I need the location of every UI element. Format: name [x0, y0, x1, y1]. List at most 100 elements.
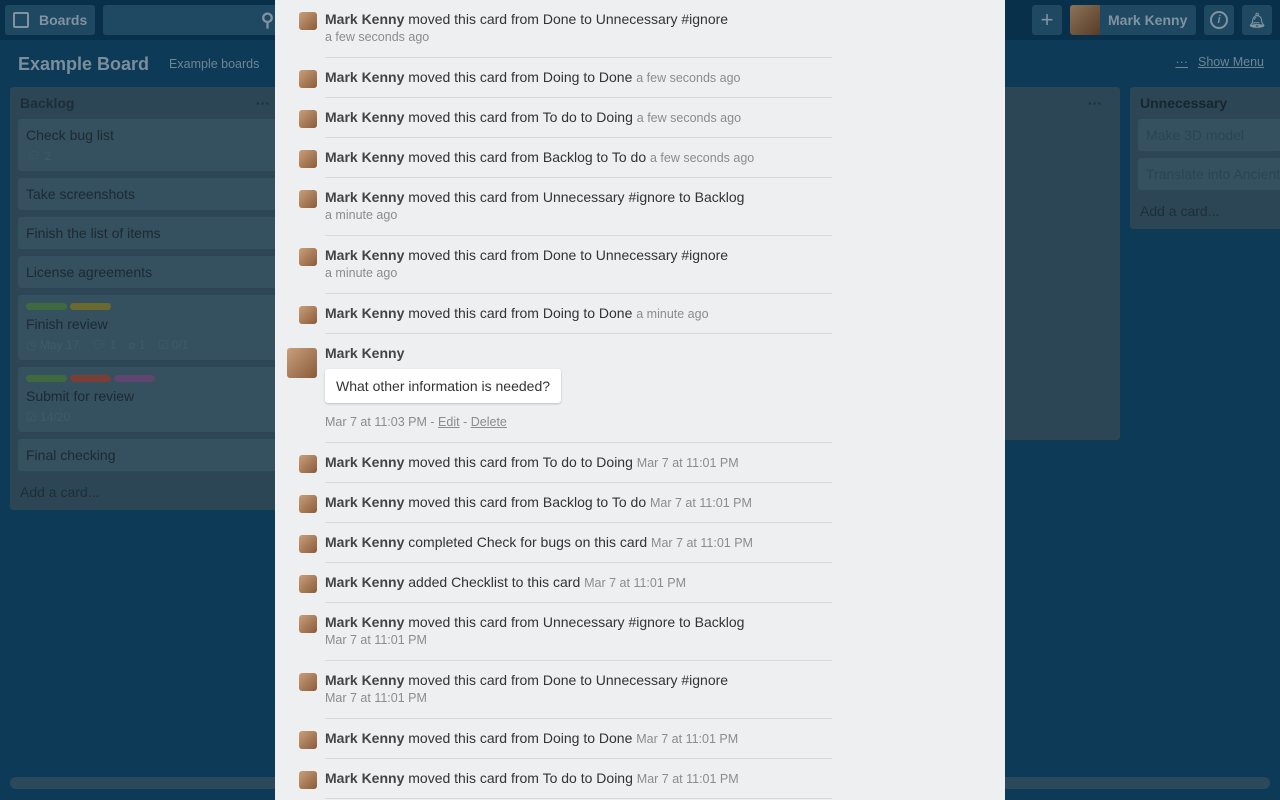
search-input[interactable]: ⚲ — [103, 5, 278, 35]
edit-comment-link[interactable]: Edit — [438, 415, 460, 429]
activity-item: Mark Kenny moved this card from Doing to… — [275, 294, 835, 334]
activity-user[interactable]: Mark Kenny — [325, 69, 404, 85]
list-menu-icon[interactable]: ··· — [256, 95, 270, 111]
list-title[interactable]: Unnecessary — [1140, 95, 1227, 111]
user-menu-button[interactable]: Mark Kenny — [1070, 5, 1196, 35]
activity-user[interactable]: Mark Kenny — [325, 149, 404, 165]
card[interactable]: Take screenshots — [18, 178, 282, 210]
list-done: ··· — [990, 87, 1120, 440]
activity-user[interactable]: Mark Kenny — [325, 614, 404, 630]
activity-item: Mark Kenny moved this card from To do to… — [275, 759, 835, 799]
avatar — [299, 248, 317, 266]
activity-time[interactable]: Mar 7 at 11:01 PM — [650, 496, 752, 510]
activity-item: Mark Kenny moved this card from Doing to… — [275, 58, 835, 98]
activity-item: Mark Kenny moved this card from Done to … — [275, 236, 835, 294]
card-detail-modal: Mark Kenny moved this card from Done to … — [275, 0, 1005, 800]
activity-time[interactable]: a few seconds ago — [637, 111, 741, 125]
activity-user[interactable]: Mark Kenny — [325, 770, 404, 786]
board-title[interactable]: Example Board — [18, 54, 149, 75]
avatar — [299, 575, 317, 593]
activity-item: Mark Kenny moved this card from To do to… — [275, 443, 835, 483]
activity-text: moved this card from To do to Doing — [408, 109, 633, 125]
activity-time[interactable]: a few seconds ago — [636, 71, 740, 85]
card[interactable]: Submit for review ☑ 14/20 — [18, 367, 282, 432]
comment-text: What other information is needed? — [325, 369, 562, 403]
card[interactable]: Finish review ◷ May 17 💬︎ 1 ⌀ 1 ☑ 0/1 — [18, 295, 282, 360]
activity-time[interactable]: Mar 7 at 11:01 PM — [325, 689, 835, 707]
delete-comment-link[interactable]: Delete — [471, 415, 507, 429]
boards-button[interactable]: Boards — [5, 5, 95, 35]
activity-user[interactable]: Mark Kenny — [325, 247, 404, 263]
add-card-link[interactable]: Add a card... — [1138, 197, 1280, 229]
comment-icon: 💬︎ 1 — [91, 338, 117, 352]
activity-item: Mark Kenny moved this card from Doing to… — [275, 719, 835, 759]
activity-user[interactable]: Mark Kenny — [325, 109, 404, 125]
notifications-button[interactable]: 🔔︎ — [1242, 5, 1272, 35]
card[interactable]: Finish the list of items — [18, 217, 282, 249]
activity-item: Mark Kenny moved this card from Backlog … — [275, 138, 835, 178]
activity-user[interactable]: Mark Kenny — [325, 494, 404, 510]
activity-time[interactable]: Mar 7 at 11:01 PM — [584, 576, 686, 590]
list-unnecessary: Unnecessary Make 3D model Translate into… — [1130, 87, 1280, 229]
activity-time[interactable]: Mar 7 at 11:01 PM — [637, 772, 739, 786]
avatar — [299, 771, 317, 789]
activity-time[interactable]: a minute ago — [325, 206, 835, 224]
activity-user[interactable]: Mark Kenny — [325, 305, 404, 321]
card[interactable]: Translate into Ancient — [1138, 158, 1280, 190]
info-icon: i — [1210, 11, 1228, 29]
info-button[interactable]: i — [1204, 5, 1234, 35]
activity-user[interactable]: Mark Kenny — [325, 672, 404, 688]
avatar — [299, 673, 317, 691]
activity-text: moved this card from Unnecessary #ignore… — [408, 614, 745, 630]
activity-text: added Checklist to this card — [408, 574, 581, 590]
comment-time: Mar 7 at 11:03 PM — [325, 415, 427, 429]
activity-text: moved this card from Done to Unnecessary… — [408, 11, 729, 27]
activity-item: Mark Kenny moved this card from Unnecess… — [275, 178, 835, 236]
activity-time[interactable]: Mar 7 at 11:01 PM — [637, 456, 739, 470]
activity-user[interactable]: Mark Kenny — [325, 189, 404, 205]
card[interactable]: License agreements — [18, 256, 282, 288]
activity-user[interactable]: Mark Kenny — [325, 454, 404, 470]
activity-time[interactable]: Mar 7 at 11:01 PM — [325, 631, 835, 649]
list-menu-icon[interactable]: ··· — [1088, 95, 1102, 111]
activity-time[interactable]: a few seconds ago — [650, 151, 754, 165]
activity-time[interactable]: Mar 7 at 11:01 PM — [651, 536, 753, 550]
activity-text: moved this card from Unnecessary #ignore… — [408, 189, 745, 205]
comment-author[interactable]: Mark Kenny — [325, 345, 404, 361]
avatar — [1070, 5, 1100, 35]
activity-text: moved this card from Doing to Done — [408, 305, 633, 321]
activity-text: completed Check for bugs on this card — [408, 534, 648, 550]
list-title[interactable]: Backlog — [20, 95, 74, 111]
activity-text: moved this card from Doing to Done — [408, 730, 633, 746]
add-button[interactable]: + — [1032, 5, 1062, 35]
comment-icon: 💬︎ 2 — [26, 149, 52, 163]
card[interactable]: Make 3D model — [1138, 119, 1280, 151]
activity-time[interactable]: Mar 7 at 11:01 PM — [636, 732, 738, 746]
show-menu-link[interactable]: ··· Show Menu — [1175, 55, 1264, 69]
activity-user[interactable]: Mark Kenny — [325, 574, 404, 590]
divider — [325, 798, 832, 799]
activity-user[interactable]: Mark Kenny — [325, 11, 404, 27]
avatar — [299, 190, 317, 208]
comment: Mark Kenny What other information is nee… — [275, 334, 835, 443]
activity-time[interactable]: a few seconds ago — [325, 28, 835, 46]
activity-item: Mark Kenny moved this card from Unnecess… — [275, 603, 835, 661]
add-card-link[interactable]: Add a card... — [18, 478, 282, 510]
search-icon: ⚲ — [260, 9, 274, 30]
activity-text: moved this card from Backlog to To do — [408, 494, 647, 510]
team-link[interactable]: Example boards — [169, 57, 259, 71]
activity-user[interactable]: Mark Kenny — [325, 730, 404, 746]
avatar — [299, 731, 317, 749]
avatar — [299, 110, 317, 128]
clock-icon: ◷ May 17 — [26, 338, 80, 352]
activity-text: moved this card from Backlog to To do — [408, 149, 647, 165]
card[interactable]: Final checking — [18, 439, 282, 471]
activity-feed: Mark Kenny moved this card from Done to … — [275, 0, 835, 799]
activity-text: moved this card from To do to Doing — [408, 770, 633, 786]
activity-time[interactable]: a minute ago — [636, 307, 708, 321]
activity-text: moved this card from Done to Unnecessary… — [408, 247, 729, 263]
activity-time[interactable]: a minute ago — [325, 264, 835, 282]
card[interactable]: Check bug list 💬︎ 2 — [18, 119, 282, 171]
activity-item: Mark Kenny moved this card from Done to … — [275, 0, 835, 58]
activity-user[interactable]: Mark Kenny — [325, 534, 404, 550]
